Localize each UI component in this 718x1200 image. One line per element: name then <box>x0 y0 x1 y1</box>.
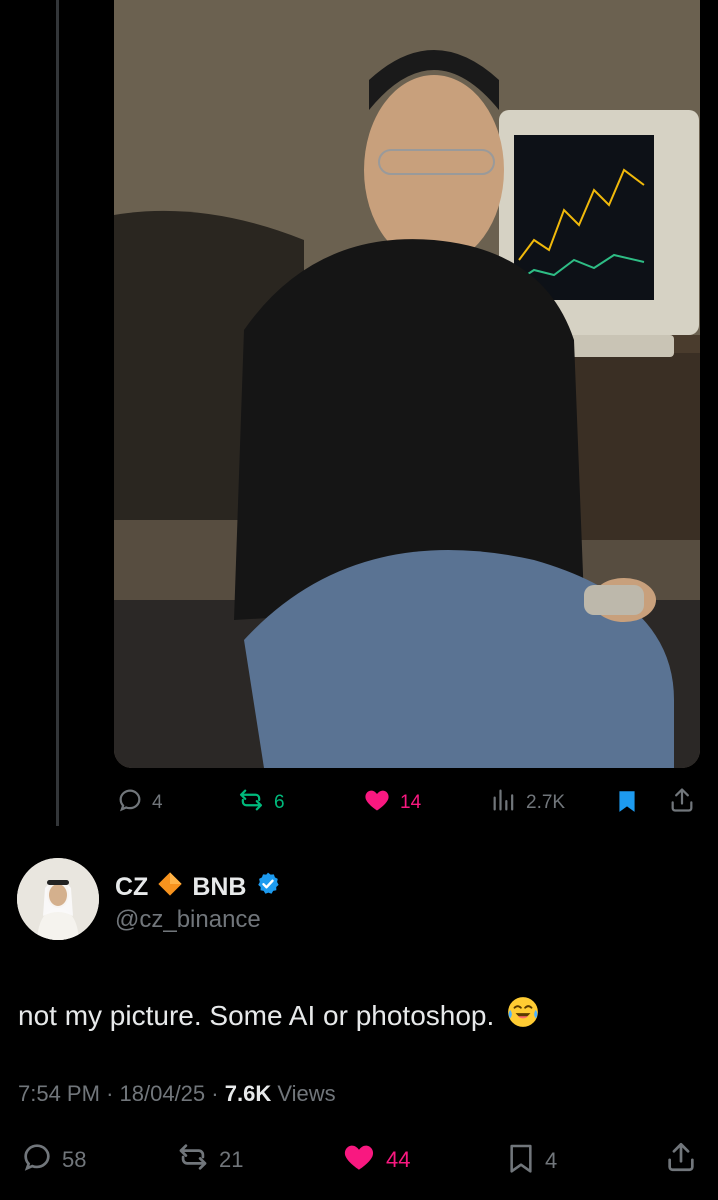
tweet-date[interactable]: 18/04/25 <box>120 1081 206 1106</box>
display-name-second: BNB <box>192 873 247 901</box>
author-avatar[interactable] <box>17 858 99 940</box>
heart-filled-icon <box>362 786 392 819</box>
author-handle[interactable]: @cz_binance <box>115 906 261 934</box>
repost-count: 6 <box>274 791 285 813</box>
tweet-like-count: 44 <box>386 1146 411 1172</box>
reply-action[interactable]: 4 <box>116 786 163 819</box>
tweet-share-action[interactable] <box>664 1140 698 1179</box>
repost-icon <box>236 786 266 819</box>
bookmark-icon <box>505 1140 537 1181</box>
display-name-first: CZ <box>115 873 149 901</box>
views-bar-chart-icon <box>490 786 518 819</box>
views-total: 7.6K <box>224 1081 272 1106</box>
meta-separator: · <box>211 1081 219 1106</box>
tweet-bookmark-count: 4 <box>545 1147 558 1173</box>
repost-action[interactable]: 6 <box>236 786 285 819</box>
share-icon <box>668 786 696 819</box>
tweet-text: not my picture. Some AI or photoshop. <box>18 995 540 1036</box>
bookmark-action[interactable] <box>614 786 640 821</box>
like-count: 14 <box>400 791 422 813</box>
tweet-repost-count: 21 <box>219 1146 244 1172</box>
tweet-like-action[interactable]: 44 <box>340 1140 410 1179</box>
views-label: Views <box>277 1081 336 1106</box>
views-count: 2.7K <box>526 791 566 813</box>
tweet-reply-count: 58 <box>62 1146 87 1172</box>
tweet-photo[interactable] <box>114 0 700 768</box>
photo-illustration <box>114 0 700 768</box>
repost-icon <box>175 1140 211 1179</box>
tweet-bookmark-action[interactable]: 4 <box>505 1140 557 1181</box>
share-action[interactable] <box>668 786 696 819</box>
author-name-row[interactable]: CZ BNB <box>115 870 281 905</box>
tweet-time[interactable]: 7:54 PM <box>18 1081 100 1106</box>
tweet-reply-action[interactable]: 58 <box>20 1140 86 1179</box>
laughing-tears-emoji-icon <box>506 995 540 1036</box>
diamond-emoji-icon <box>156 870 184 905</box>
views-action[interactable]: 2.7K <box>490 786 565 819</box>
verified-badge-icon <box>255 871 281 904</box>
avatar-portrait <box>17 858 99 940</box>
heart-filled-icon <box>340 1140 378 1179</box>
meta-separator: · <box>106 1081 114 1106</box>
reply-icon <box>116 786 144 819</box>
reply-count: 4 <box>152 791 163 813</box>
tweet-repost-action[interactable]: 21 <box>175 1140 243 1179</box>
bookmark-filled-icon <box>614 786 640 821</box>
tweet-text-content: not my picture. Some AI or photoshop. <box>18 999 495 1031</box>
reply-icon <box>20 1140 54 1179</box>
tweet-meta: 7:54 PM · 18/04/25 · 7.6K Views <box>18 1081 336 1107</box>
share-icon <box>664 1140 698 1179</box>
like-action[interactable]: 14 <box>362 786 421 819</box>
thread-connector-line <box>56 0 59 826</box>
